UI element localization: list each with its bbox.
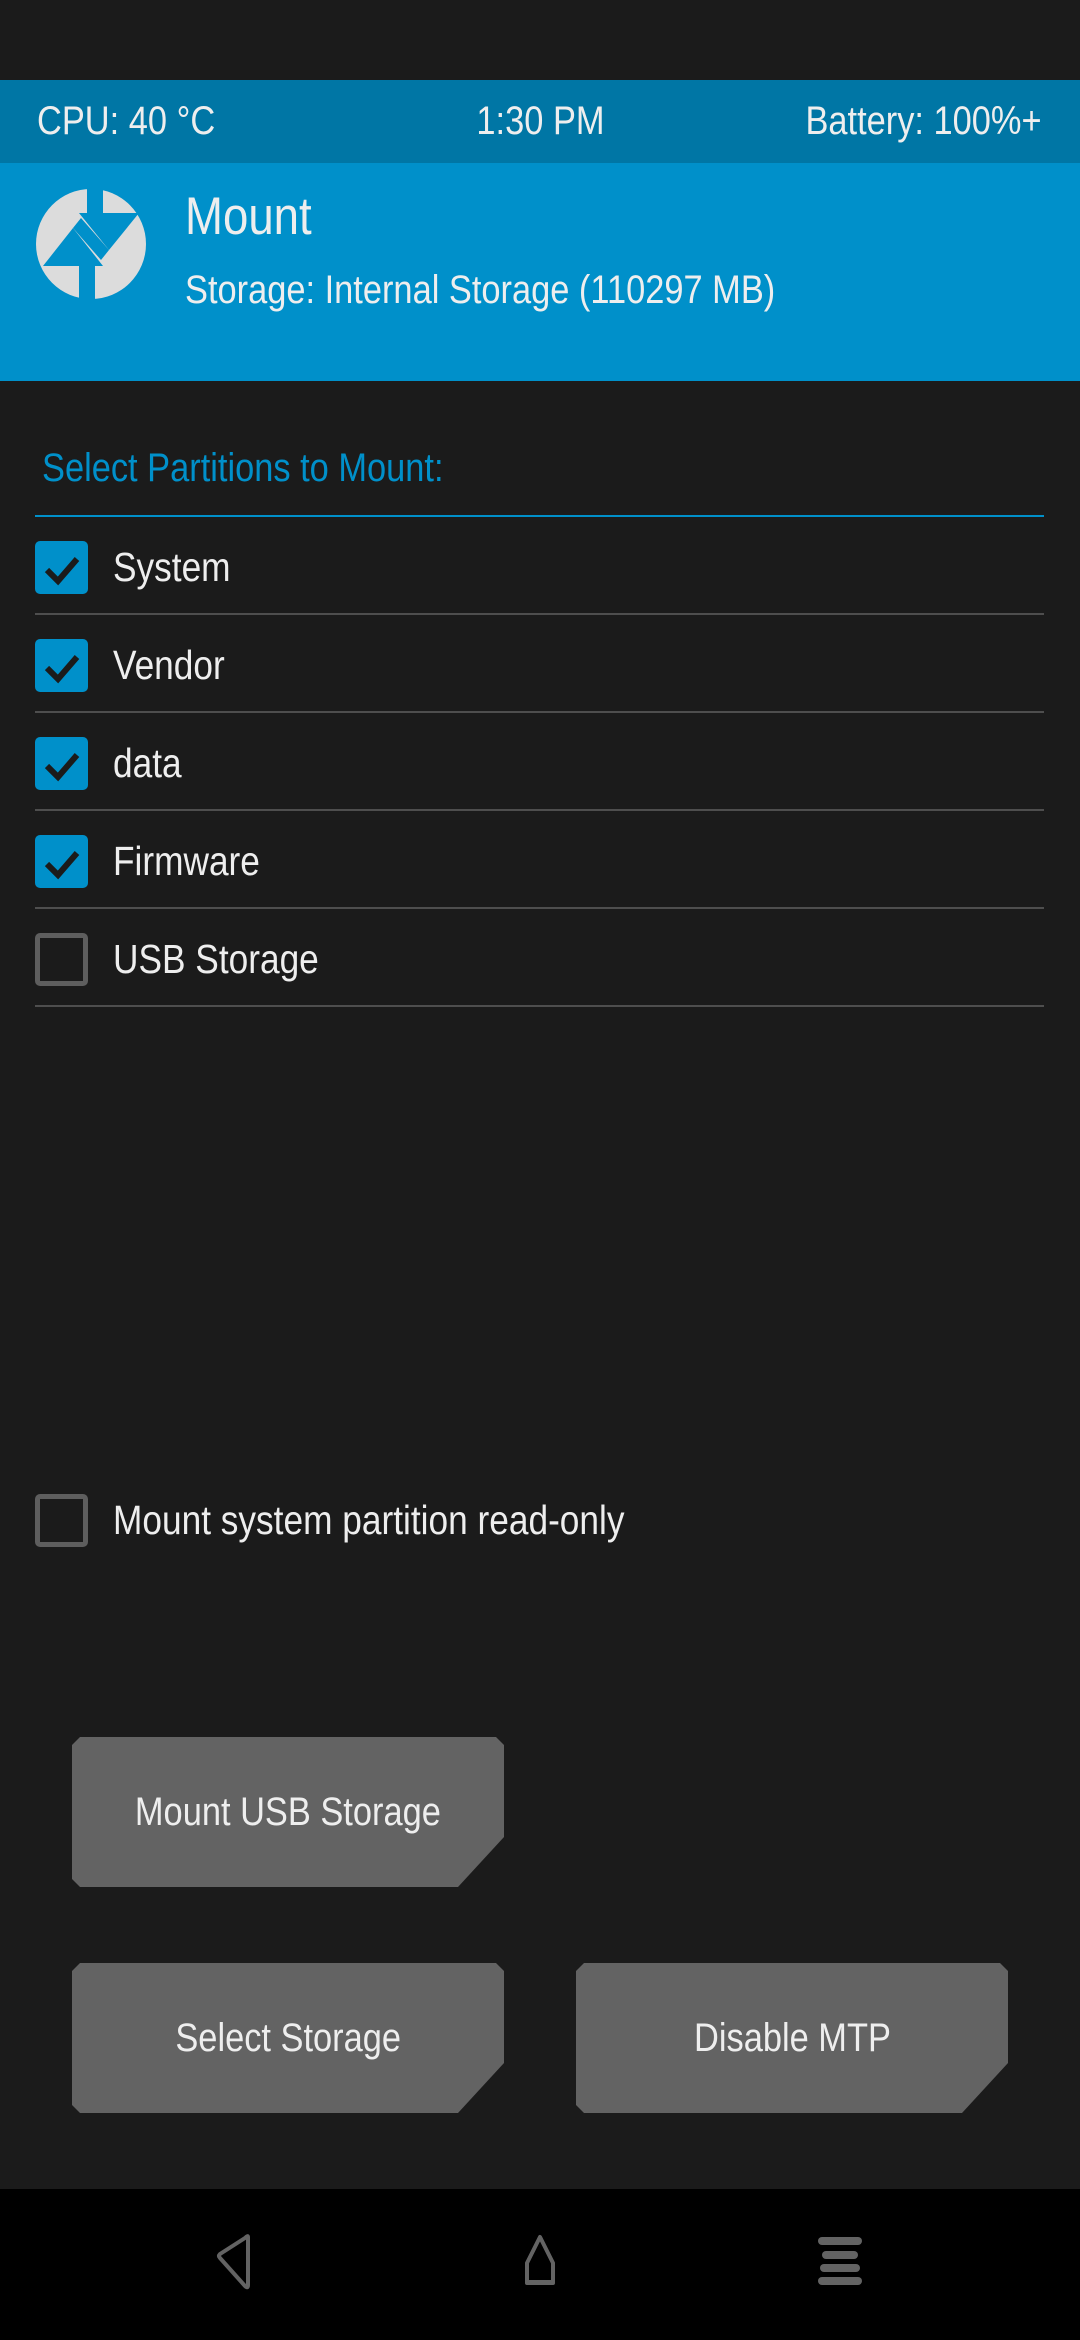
partition-item-data[interactable]: data bbox=[35, 713, 1044, 811]
menu-button[interactable] bbox=[810, 2233, 870, 2293]
disable-mtp-button[interactable]: Disable MTP bbox=[576, 1963, 1008, 2113]
status-bar: CPU: 40 °C 1:30 PM Battery: 100%+ bbox=[0, 80, 1080, 163]
checkmark-icon bbox=[44, 753, 80, 782]
back-button[interactable] bbox=[210, 2233, 270, 2293]
back-icon bbox=[217, 2234, 250, 2290]
twrp-logo-icon bbox=[35, 188, 147, 300]
partition-item-usb-storage[interactable]: USB Storage bbox=[35, 909, 1044, 1007]
readonly-option[interactable]: Mount system partition read-only bbox=[35, 1470, 835, 1568]
checkbox-unchecked[interactable] bbox=[35, 933, 88, 986]
page-title: Mount bbox=[185, 187, 312, 246]
checkbox-checked[interactable] bbox=[35, 835, 88, 888]
row-divider bbox=[35, 1005, 1044, 1007]
checkbox-checked[interactable] bbox=[35, 737, 88, 790]
checkmark-icon bbox=[44, 557, 80, 586]
navigation-bar bbox=[0, 2189, 1080, 2340]
partition-label: Vendor bbox=[113, 642, 225, 688]
top-inset bbox=[0, 0, 1080, 80]
mount-usb-storage-button[interactable]: Mount USB Storage bbox=[72, 1737, 504, 1887]
partition-item-firmware[interactable]: Firmware bbox=[35, 811, 1044, 909]
readonly-label: Mount system partition read-only bbox=[113, 1497, 625, 1543]
checkbox-checked[interactable] bbox=[35, 639, 88, 692]
home-icon bbox=[525, 2235, 555, 2285]
page-header: Mount Storage: Internal Storage (110297 … bbox=[0, 163, 1080, 381]
partitions-section-title: Select Partitions to Mount: bbox=[42, 446, 444, 490]
menu-icon bbox=[818, 2237, 862, 2285]
checkbox-checked[interactable] bbox=[35, 541, 88, 594]
storage-info: Storage: Internal Storage (110297 MB) bbox=[185, 268, 776, 312]
partition-label: data bbox=[113, 740, 182, 786]
battery-status: Battery: 100%+ bbox=[805, 99, 1042, 143]
partition-label: System bbox=[113, 544, 231, 590]
readonly-checkbox[interactable] bbox=[35, 1494, 88, 1547]
checkmark-icon bbox=[44, 655, 80, 684]
home-button[interactable] bbox=[510, 2233, 570, 2293]
select-storage-button[interactable]: Select Storage bbox=[72, 1963, 504, 2113]
partition-item-system[interactable]: System bbox=[35, 517, 1044, 615]
partition-label: Firmware bbox=[113, 838, 260, 884]
partition-label: USB Storage bbox=[113, 936, 319, 982]
checkmark-icon bbox=[44, 851, 80, 880]
partition-item-vendor[interactable]: Vendor bbox=[35, 615, 1044, 713]
